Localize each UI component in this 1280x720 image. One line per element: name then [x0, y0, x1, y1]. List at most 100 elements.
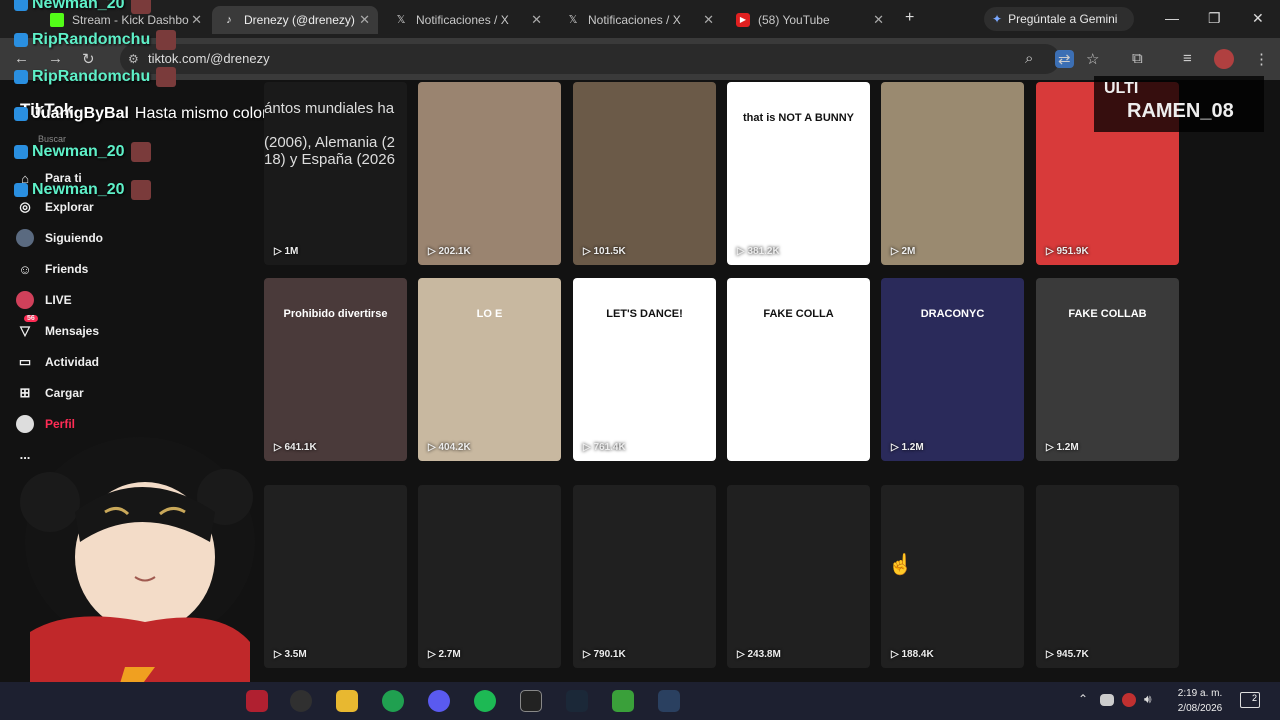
chat-message: Newman_20: [14, 0, 151, 14]
chat-message: RipRandomchu: [14, 67, 177, 87]
gemini-button[interactable]: ✦ Pregúntale a Gemini: [984, 7, 1134, 31]
tab-title: Stream - Kick Dashbo: [72, 13, 189, 27]
translate-icon[interactable]: ⇄: [1055, 50, 1074, 68]
video-thumbnail[interactable]: ▷ 945.7K: [1036, 485, 1179, 668]
view-count: ▷ 404.2K: [428, 442, 471, 453]
chat-badge-icon: [14, 33, 28, 47]
bookmark-star-icon[interactable]: ☆: [1086, 50, 1099, 68]
chat-user: JuanigByBal: [32, 105, 129, 122]
close-tab-icon[interactable]: ✕: [873, 12, 884, 28]
chat-badge-icon: [14, 70, 28, 84]
play-icon: ▷: [428, 246, 439, 257]
view-count-value: 761.4K: [593, 442, 626, 453]
discord-app-icon[interactable]: [428, 690, 450, 712]
video-thumbnail[interactable]: ▷ 202.1K: [418, 82, 561, 265]
view-count-value: 3.5M: [284, 649, 307, 660]
back-icon[interactable]: ←: [14, 50, 29, 67]
thumbnail-caption: that is NOT A BUNNY: [742, 112, 855, 124]
view-count-value: 101.5K: [593, 246, 626, 257]
sidebar-item-actividad[interactable]: ▭ Actividad: [16, 352, 99, 372]
chat-badge-icon: [14, 0, 28, 11]
video-thumbnail[interactable]: ántos mundiales ha (2006), Alemania (2 1…: [264, 82, 407, 265]
view-count-value: 2.7M: [438, 649, 461, 660]
profile-avatar[interactable]: [1214, 49, 1234, 69]
overlay-username: RAMEN_08: [1127, 100, 1234, 122]
steam-tray-icon[interactable]: [1122, 693, 1136, 707]
close-tab-icon[interactable]: ✕: [703, 12, 714, 28]
close-tab-icon[interactable]: ✕: [191, 12, 202, 28]
volume-icon[interactable]: 🔊︎: [1144, 692, 1152, 707]
emote-icon: [130, 142, 151, 162]
minimize-button[interactable]: —: [1165, 10, 1179, 26]
play-icon: ▷: [583, 246, 594, 257]
spotify-icon[interactable]: [474, 690, 496, 712]
new-tab-button[interactable]: +: [905, 9, 914, 27]
sidebar-item-siguiendo[interactable]: Siguiendo: [16, 228, 103, 248]
tab-youtube[interactable]: ▶ (58) YouTube ✕: [726, 6, 892, 34]
media-control-icon[interactable]: ≡: [1183, 50, 1192, 67]
sidebar-item-perfil[interactable]: Perfil: [16, 414, 75, 434]
sidebar-item-label: Siguiendo: [45, 231, 103, 245]
friends-icon: ☺: [18, 261, 32, 277]
video-thumbnail[interactable]: ▷ 3.5M: [264, 485, 407, 668]
video-thumbnail[interactable]: ▷ 2.7M: [418, 485, 561, 668]
view-count-value: 404.2K: [438, 442, 471, 453]
forward-icon[interactable]: →: [48, 50, 63, 67]
video-thumbnail[interactable]: LET'S DANCE! ▷ 761.4K: [573, 278, 716, 461]
zoom-icon[interactable]: ⌕: [1025, 50, 1033, 67]
sidebar-item-explorar[interactable]: ◎ Explorar: [16, 197, 94, 217]
view-count: ▷ 761.4K: [583, 442, 626, 453]
notifications-icon[interactable]: 2: [1240, 692, 1260, 708]
x-icon: 𝕏: [568, 14, 578, 26]
tab-tiktok[interactable]: ♪ Drenezy (@drenezy) ✕: [212, 6, 378, 34]
epic-games-icon[interactable]: [520, 690, 542, 712]
tab-title: (58) YouTube: [758, 13, 830, 27]
steam-icon-2[interactable]: [658, 690, 680, 712]
sidebar-item-cargar[interactable]: ⊞ Cargar: [16, 383, 84, 403]
video-thumbnail[interactable]: FAKE COLLAB ▷ 1.2M: [1036, 278, 1179, 461]
video-thumbnail[interactable]: that is NOT A BUNNY ▷ 381.2K: [727, 82, 870, 265]
video-thumbnail[interactable]: LO E ▷ 404.2K: [418, 278, 561, 461]
minecraft-icon[interactable]: [612, 690, 634, 712]
video-thumbnail[interactable]: ▷ 2M: [881, 82, 1024, 265]
close-window-button[interactable]: ✕: [1252, 10, 1264, 27]
extensions-icon[interactable]: ⧉: [1132, 50, 1143, 67]
maximize-button[interactable]: ❐: [1208, 10, 1221, 27]
obs-icon[interactable]: [290, 690, 312, 712]
file-explorer-icon[interactable]: [336, 690, 358, 712]
taskbar-clock[interactable]: 2:19 a. m. 2/08/2026: [1170, 686, 1230, 716]
sidebar-item-friends[interactable]: ☺ Friends: [16, 259, 88, 279]
overlay-tag: ULTI: [1104, 80, 1139, 97]
discord-tray-icon[interactable]: [1100, 694, 1114, 706]
sidebar-item-live[interactable]: LIVE: [16, 290, 72, 310]
view-count: ▷ 243.8M: [737, 649, 781, 660]
play-icon: ▷: [428, 442, 439, 453]
steam-icon[interactable]: [566, 690, 588, 712]
video-thumbnail[interactable]: ▷ 243.8M: [727, 485, 870, 668]
video-thumbnail[interactable]: FAKE COLLA: [727, 278, 870, 461]
tab-x-2[interactable]: 𝕏 Notificaciones / X ✕: [556, 6, 722, 34]
app-icon-green[interactable]: [382, 690, 404, 712]
reload-icon[interactable]: ↻: [82, 50, 95, 68]
video-thumbnail[interactable]: ▷ 101.5K: [573, 82, 716, 265]
view-count: ▷ 2.7M: [428, 649, 461, 660]
video-thumbnail[interactable]: ▷ 790.1K: [573, 485, 716, 668]
sidebar-item-label: Perfil: [45, 417, 76, 431]
view-count-value: 641.1K: [284, 442, 317, 453]
video-thumbnail[interactable]: DRACONYC ▷ 1.2M: [881, 278, 1024, 461]
app-icon-1[interactable]: [246, 690, 268, 712]
sidebar-item-label: LIVE: [45, 293, 72, 307]
close-tab-icon[interactable]: ✕: [531, 12, 542, 28]
sidebar-item-label: Explorar: [45, 200, 94, 214]
view-count: ▷ 381.2K: [737, 246, 780, 257]
chat-message: Newman_20: [14, 180, 151, 200]
tab-x-1[interactable]: 𝕏 Notificaciones / X ✕: [384, 6, 550, 34]
view-count-value: 1M: [284, 246, 299, 257]
video-thumbnail[interactable]: Prohibido divertirse ▷ 641.1K: [264, 278, 407, 461]
tray-chevron-icon[interactable]: ⌃: [1078, 692, 1088, 706]
menu-kebab-icon[interactable]: ⋮: [1254, 50, 1269, 68]
url-field[interactable]: ⚙ tiktok.com/@drenezy: [120, 44, 1060, 74]
emote-icon: [156, 30, 177, 50]
sidebar-item-mensajes[interactable]: ▽ Mensajes 56: [16, 315, 99, 341]
close-tab-icon[interactable]: ✕: [359, 12, 370, 28]
